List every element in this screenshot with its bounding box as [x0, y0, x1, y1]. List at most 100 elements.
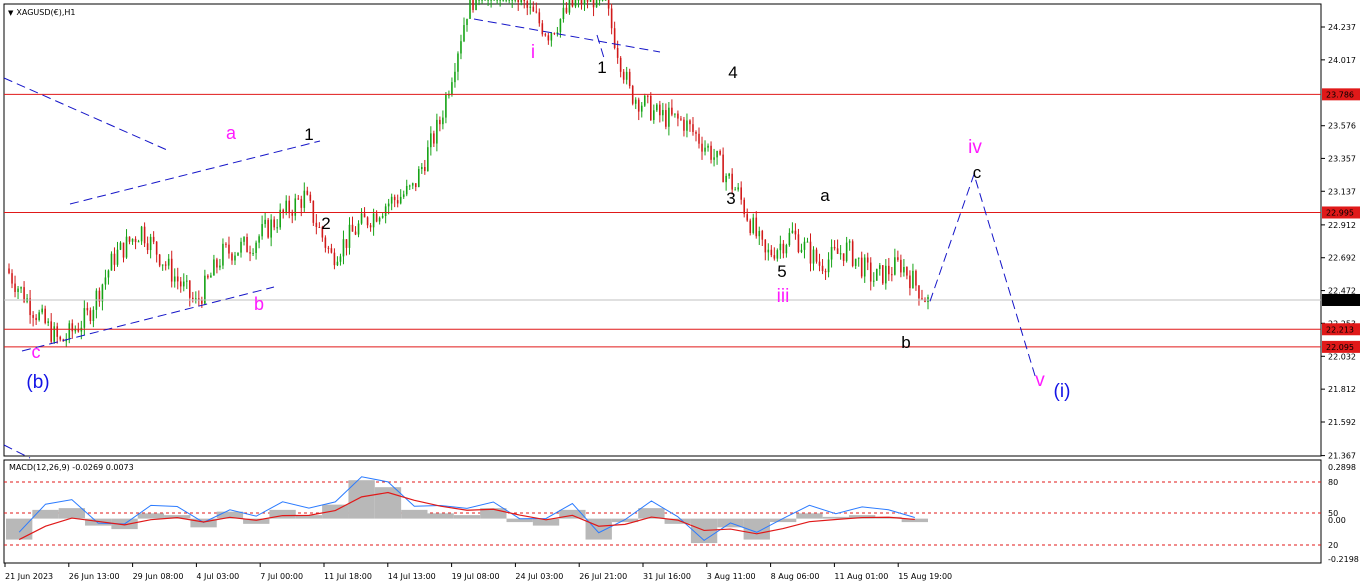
- price-candle-body: [348, 224, 351, 248]
- time-axis-label: 3 Aug 11:00: [707, 572, 756, 581]
- price-candle-body: [339, 256, 342, 262]
- price-candle-body: [306, 190, 309, 195]
- price-candle-body: [146, 243, 149, 251]
- price-candle-body: [758, 230, 761, 237]
- time-axis-label: 4 Jul 03:00: [196, 572, 239, 581]
- price-axis-label: 22.912: [1328, 221, 1356, 230]
- price-candle-body: [131, 238, 134, 242]
- price-candle-body: [408, 185, 411, 187]
- time-axis-label: 7 Jul 00:00: [260, 572, 303, 581]
- time-axis-label: 21 Jun 2023: [5, 572, 53, 581]
- price-candle-body: [882, 265, 884, 284]
- price-candle-body: [619, 57, 622, 72]
- price-candle-body: [68, 323, 71, 340]
- price-axis-label: 21.812: [1328, 385, 1356, 394]
- price-candle-body: [294, 198, 297, 216]
- price-candle-body: [586, 0, 589, 2]
- wave-label-black: b: [901, 333, 910, 352]
- price-candle-body: [167, 258, 170, 266]
- price-candle-body: [116, 249, 119, 265]
- price-candle-body: [107, 270, 110, 278]
- price-candle-body: [201, 300, 203, 304]
- price-candle-body: [288, 200, 291, 214]
- price-candle-body: [122, 242, 125, 258]
- price-candle-body: [59, 336, 62, 340]
- price-candle-body: [125, 236, 128, 258]
- price-axis-label: 21.367: [1328, 452, 1356, 461]
- price-candle-body: [92, 309, 95, 322]
- collapse-triangle-icon[interactable]: ▼: [8, 9, 13, 17]
- price-candle-body: [427, 147, 429, 172]
- price-candle-body: [842, 253, 845, 261]
- price-candle-body: [487, 0, 489, 1]
- price-candle-body: [360, 213, 363, 224]
- price-candle-body: [378, 217, 381, 222]
- macd-histogram-bar: [137, 513, 165, 519]
- price-candle-body: [562, 7, 565, 20]
- price-candle-body: [330, 248, 333, 253]
- price-candle-body: [345, 239, 348, 248]
- price-candle-body: [430, 133, 432, 148]
- price-candle-body: [701, 143, 703, 152]
- price-candle-body: [179, 281, 182, 287]
- price-candle-body: [442, 117, 444, 125]
- price-candle-body: [906, 266, 908, 276]
- price-candle-body: [818, 261, 821, 266]
- price-candle-body: [643, 95, 646, 106]
- price-candle-body: [29, 298, 31, 316]
- price-candle-body: [601, 0, 604, 1]
- wave-label-magenta: c: [32, 342, 41, 362]
- mt4-chart-window[interactable]: 24.237 24.017 23.576 23.357 23.137 22.912 22.6…: [0, 0, 1366, 588]
- price-candle-body: [333, 252, 336, 266]
- price-candle-body: [273, 219, 275, 228]
- price-candle-body: [152, 236, 155, 242]
- price-candle-body: [888, 265, 890, 275]
- price-candle-body: [104, 277, 107, 285]
- wave-label-blue: (i): [1054, 381, 1071, 402]
- price-candle-body: [776, 250, 779, 259]
- price-candle-body: [182, 281, 185, 287]
- symbol-timeframe-label: XAGUSD(€),H1: [16, 8, 76, 17]
- price-candle-body: [839, 253, 842, 255]
- price-candle-body: [324, 237, 327, 248]
- price-axis-label: 23.357: [1328, 154, 1356, 163]
- price-candle-body: [764, 239, 767, 253]
- price-candle-body: [634, 99, 637, 104]
- wave-label-magenta: iii: [777, 286, 790, 307]
- price-chart-svg[interactable]: 24.237 24.017 23.576 23.357 23.137 22.912 22.6…: [0, 0, 1366, 588]
- price-candle-body: [44, 308, 46, 323]
- price-candle-body: [56, 326, 59, 337]
- price-candle-body: [773, 255, 776, 259]
- price-candle-body: [433, 133, 435, 144]
- price-candle-body: [457, 53, 459, 72]
- macd-histogram-bar: [322, 504, 349, 519]
- price-axis-label: 23.576: [1328, 122, 1356, 131]
- price-candle-body: [240, 241, 242, 253]
- price-candle-body: [454, 71, 456, 83]
- macd-histogram-bar: [401, 509, 428, 519]
- macd-axis-label: 20: [1328, 541, 1338, 550]
- price-candle-body: [812, 249, 815, 264]
- price-candle-body: [662, 110, 664, 116]
- price-candle-body: [547, 35, 550, 41]
- price-candle-body: [689, 120, 691, 125]
- price-candle-body: [523, 0, 526, 2]
- price-candle-body: [445, 95, 447, 118]
- price-candle-body: [649, 95, 652, 120]
- time-axis-label: 11 Jul 18:00: [324, 572, 372, 581]
- price-candle-body: [610, 8, 613, 29]
- price-candle-body: [421, 167, 423, 170]
- price-candle-body: [854, 258, 857, 266]
- price-candle-body: [900, 259, 902, 273]
- price-candle-body: [803, 241, 806, 250]
- price-candle-body: [646, 95, 649, 97]
- price-candle-body: [821, 265, 824, 271]
- price-candle-body: [607, 0, 610, 9]
- price-candle-body: [436, 119, 438, 144]
- price-candle-body: [875, 268, 878, 281]
- price-candle-body: [571, 0, 574, 7]
- price-candle-body: [731, 173, 733, 190]
- price-candle-body: [276, 227, 278, 229]
- price-candle-body: [496, 0, 498, 1]
- price-candle-body: [300, 199, 303, 208]
